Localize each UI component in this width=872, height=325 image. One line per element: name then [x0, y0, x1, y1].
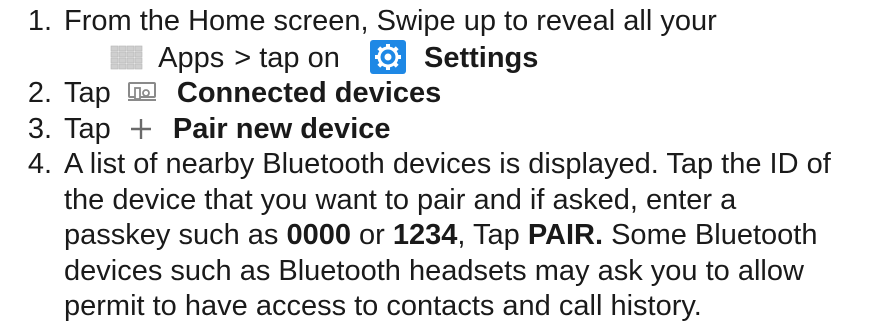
- tap-on-text: > tap on: [234, 41, 340, 74]
- step-3: 3. Tap Pair new device: [0, 112, 872, 148]
- step-number: 4.: [27, 148, 52, 180]
- apps-label: Apps: [158, 41, 225, 74]
- passkey-code-0000: 0000: [286, 219, 351, 251]
- after-pair-text: Some Bluetooth: [611, 219, 818, 251]
- apps-grid-icon: [110, 45, 143, 69]
- step-text-line: A list of nearby Bluetooth devices is di…: [64, 148, 831, 180]
- pair-new-device-label: Pair new device: [172, 112, 391, 145]
- settings-label: Settings: [423, 41, 539, 74]
- settings-gear-icon: [369, 39, 406, 74]
- tap-text: , Tap: [457, 219, 520, 251]
- connected-devices-icon: [127, 82, 156, 101]
- step-number: 3.: [27, 112, 52, 145]
- or-text: or: [359, 219, 385, 251]
- step-number: 2.: [27, 77, 52, 109]
- instruction-list: 1. From the Home screen, Swipe up to rev…: [0, 4, 872, 325]
- passkey-code-1234: 1234: [392, 219, 458, 251]
- pair-label: PAIR.: [527, 219, 604, 251]
- connected-devices-label: Connected devices: [176, 77, 442, 109]
- passkey-intro: passkey such as: [64, 219, 279, 251]
- tap-text: Tap: [64, 112, 111, 145]
- step-text-line: devices such as Bluetooth headsets may a…: [64, 254, 804, 287]
- tap-text: Tap: [64, 77, 111, 109]
- step-1: 1. From the Home screen, Swipe up to rev…: [0, 4, 872, 76]
- step-text-line: permit to have access to contacts and ca…: [64, 290, 702, 322]
- step-text-line: the device that you want to pair and if …: [64, 183, 737, 216]
- plus-icon: [130, 118, 151, 139]
- step-2: 2. Tap Connected devices: [0, 76, 872, 112]
- step-4: 4. A list of nearby Bluetooth devices is…: [0, 147, 872, 325]
- step-number: 1.: [27, 5, 52, 37]
- step-text: From the Home screen, Swipe up to reveal…: [64, 5, 717, 37]
